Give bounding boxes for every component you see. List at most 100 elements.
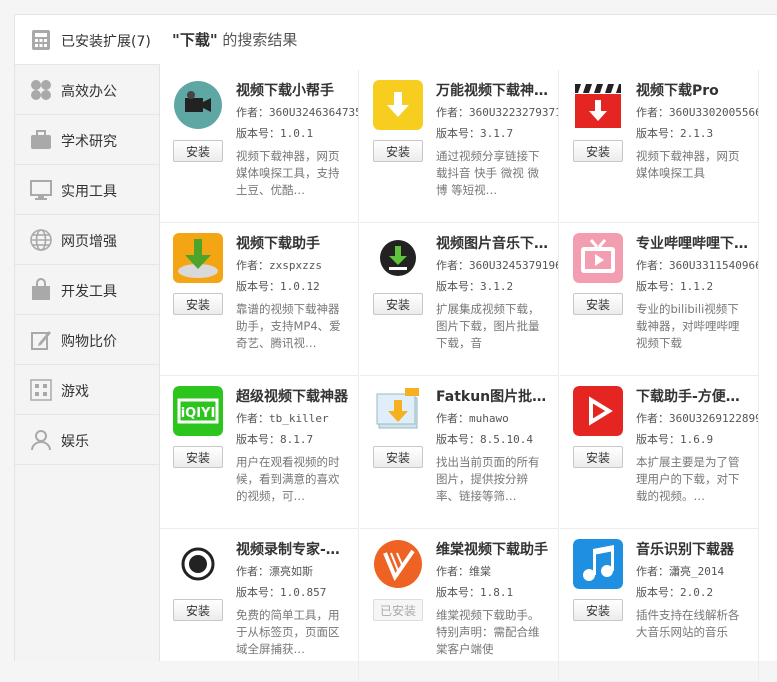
sidebar-item-label: 实用工具 (61, 184, 117, 200)
extension-card[interactable]: 视频录制专家-… 作者：漂亮如斯 版本号：1.0.857 免费的简单工具，用于从标签页… (160, 529, 359, 682)
author-prefix: 作者： (236, 412, 269, 425)
install-button[interactable]: 安装 (173, 293, 223, 315)
clapperboard-icon[interactable] (573, 80, 623, 130)
music-note-icon[interactable] (573, 539, 623, 589)
author-value: 瀟亮_2014 (669, 565, 725, 578)
install-button[interactable]: 安装 (173, 599, 223, 621)
version-prefix: 版本号： (236, 586, 280, 599)
extension-name[interactable]: Fatkun图片批… (436, 386, 556, 406)
author-value: 360U3269122899 (669, 412, 758, 425)
sidebar-item-0[interactable]: 已安装扩展(7) (15, 15, 160, 65)
extension-name[interactable]: 音乐识别下载器 (636, 539, 756, 559)
extension-name[interactable]: 超级视频下载神器 (236, 386, 356, 406)
weitang-icon[interactable] (373, 539, 423, 589)
video-helper-icon[interactable] (173, 80, 223, 130)
author-prefix: 作者： (636, 106, 669, 119)
iqiyi-icon[interactable]: iQIYI (173, 386, 223, 436)
extension-author: 作者：zxspxzzs (236, 257, 358, 273)
install-button[interactable]: 安装 (573, 446, 623, 468)
version-prefix: 版本号： (636, 127, 680, 140)
install-button[interactable]: 安装 (373, 140, 423, 162)
clover-icon (29, 78, 53, 102)
version-value: 1.6.9 (680, 433, 714, 446)
extension-card[interactable]: 视频下载助手 作者：zxspxzzs 版本号：1.0.12 靠谱的视频下载神器助手，支… (160, 223, 359, 376)
author-value: 维棠 (469, 565, 491, 578)
bag-icon (29, 278, 53, 302)
extension-card[interactable]: 音乐识别下载器作者：瀟亮_2014 版本号：2.0.2 插件支持在线解析各大音乐网站… (560, 529, 759, 682)
globe-icon (29, 228, 53, 252)
extension-name[interactable]: 视频下载助手 (236, 233, 356, 253)
sidebar-item-label: 高效办公 (61, 84, 117, 100)
extension-version: 版本号：8.5.10.4 (436, 431, 558, 447)
extension-card[interactable]: 维棠视频下载助手作者：维棠版本号：1.8.1 维棠视频下载助手。特别声明：需配合维… (360, 529, 559, 682)
extension-name[interactable]: 视频录制专家-… (236, 539, 356, 559)
sidebar-item-label: 网页增强 (61, 234, 117, 250)
extension-card[interactable]: 视频图片音乐下… 作者：360U3245379196 版本号：3.1.2 扩展集成视频… (360, 223, 559, 376)
sidebar-item-6[interactable]: 购物比价 (15, 315, 159, 365)
extension-author: 作者：维棠 (436, 563, 558, 579)
extension-author: 作者：漂亮如斯 (236, 563, 358, 579)
extension-description: 视频下载神器，网页媒体嗅探工具 (636, 149, 740, 180)
install-button[interactable]: 安装 (573, 293, 623, 315)
image-download-icon[interactable] (373, 386, 423, 436)
play-icon[interactable] (573, 386, 623, 436)
search-query: "下载" (172, 31, 218, 49)
install-button[interactable]: 安装 (173, 446, 223, 468)
author-value: 360U3311540966 (669, 259, 758, 272)
sidebar-item-label: 娱乐 (61, 434, 89, 450)
extension-description: 专业的bilibili视频下载神器，对哔哩哔哩视频下载 (636, 302, 740, 350)
extension-name[interactable]: 专业哔哩哔哩下… (636, 233, 756, 253)
extension-author: 作者：瀟亮_2014 (636, 563, 758, 579)
version-prefix: 版本号： (436, 586, 480, 599)
extension-description: 维棠视频下载助手。特别声明：需配合维棠客户端使 (436, 608, 540, 656)
extension-name[interactable]: 视频图片音乐下… (436, 233, 556, 253)
extension-name[interactable]: 万能视频下载神… (436, 80, 556, 100)
sidebar-item-1[interactable]: 高效办公 (15, 65, 159, 115)
sidebar-item-5[interactable]: 开发工具 (15, 265, 159, 315)
extension-version: 版本号：1.1.2 (636, 278, 758, 294)
extension-card[interactable]: 下载助手-方便… 作者：360U3269122899 版本号：1.6.9 本扩展主要是… (560, 376, 759, 529)
version-value: 1.1.2 (680, 280, 714, 293)
version-prefix: 版本号： (236, 127, 280, 140)
version-prefix: 版本号： (636, 280, 680, 293)
extension-name[interactable]: 视频下载小帮手 (236, 80, 356, 100)
tv-icon[interactable] (573, 233, 623, 283)
version-value: 2.0.2 (680, 586, 714, 599)
extension-card[interactable]: Fatkun图片批… 作者：muhawo 版本号：8.5.10.4 找出当前页面的所有… (360, 376, 559, 529)
extension-version: 版本号：1.8.1 (436, 584, 558, 600)
sidebar-item-4[interactable]: 网页增强 (15, 215, 159, 265)
extension-name[interactable]: 维棠视频下载助手 (436, 539, 556, 559)
install-button[interactable]: 安装 (573, 599, 623, 621)
author-value: 漂亮如斯 (269, 565, 313, 578)
extension-card[interactable]: 视频下载Pro 作者：360U3302005566 版本号：2.1.3 视频下载神器，… (560, 70, 759, 223)
extension-version: 版本号：1.0.12 (236, 278, 358, 294)
install-button[interactable]: 安装 (373, 446, 423, 468)
version-value: 3.1.2 (480, 280, 514, 293)
download-arrow-icon[interactable] (373, 80, 423, 130)
extension-version: 版本号：2.1.3 (636, 125, 758, 141)
extension-description: 插件支持在线解析各大音乐网站的音乐 (636, 608, 740, 639)
sidebar-item-3[interactable]: 实用工具 (15, 165, 159, 215)
install-button[interactable]: 安装 (173, 140, 223, 162)
extension-card[interactable]: 视频下载小帮手 作者：360U3246364735 版本号：1.0.1 视频下载神器，… (160, 70, 359, 223)
extension-card[interactable]: iQIYI 超级视频下载神器 作者：tb_killer 版本号：8.1.7 用户在观看视… (160, 376, 359, 529)
author-value: tb_killer (269, 412, 329, 425)
main-content: "下载" 的搜索结果 视频下载小帮手 作者：360U3246364735 版本号：1… (160, 15, 777, 682)
extension-name[interactable]: 视频下载Pro (636, 80, 756, 100)
extension-author: 作者：360U3245379196 (436, 257, 558, 273)
install-button[interactable]: 安装 (573, 140, 623, 162)
version-prefix: 版本号： (636, 586, 680, 599)
sidebar-item-7[interactable]: 游戏 (15, 365, 159, 415)
install-button[interactable]: 安装 (373, 293, 423, 315)
author-value: 360U3245379196 (469, 259, 558, 272)
download-disk-icon[interactable] (173, 233, 223, 283)
record-icon[interactable] (173, 539, 223, 589)
search-result-title: "下载" 的搜索结果 (172, 29, 297, 50)
sidebar-item-2[interactable]: 学术研究 (15, 115, 159, 165)
sidebar-item-8[interactable]: 娱乐 (15, 415, 159, 465)
download-circle-icon[interactable] (373, 233, 423, 283)
version-prefix: 版本号： (636, 433, 680, 446)
extension-card[interactable]: 专业哔哩哔哩下… 作者：360U3311540966 版本号：1.1.2 专业的bil… (560, 223, 759, 376)
extension-card[interactable]: 万能视频下载神… 作者：360U3223279371 版本号：3.1.7 通过视频分享… (360, 70, 559, 223)
extension-name[interactable]: 下载助手-方便… (636, 386, 756, 406)
